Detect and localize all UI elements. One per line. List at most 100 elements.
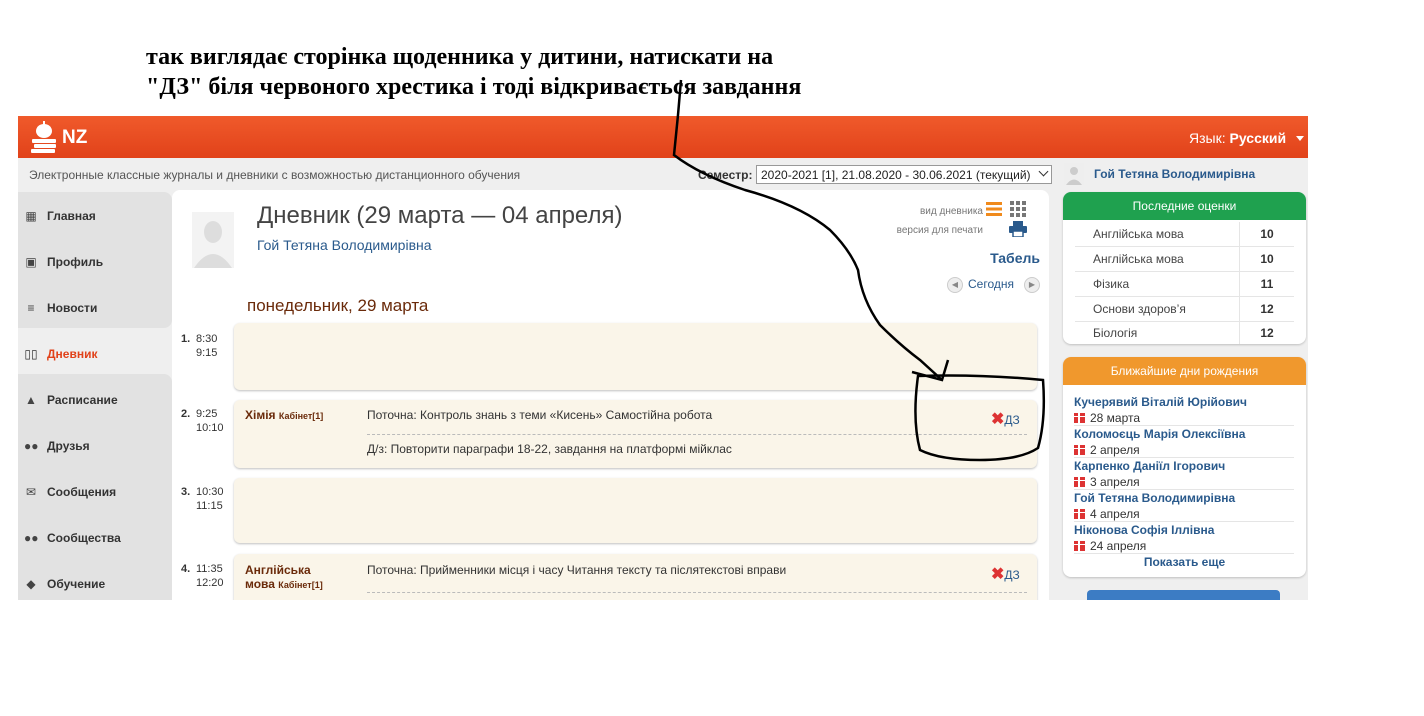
grade-value: 10	[1239, 247, 1294, 271]
grade-subject: Англійська мова	[1093, 252, 1184, 266]
lesson-start: 8:30	[196, 333, 218, 345]
logo-text[interactable]: NZ	[62, 127, 87, 149]
dz-label: ДЗ	[1004, 568, 1020, 582]
annotation-caption: так виглядає сторінка щоденника у дитини…	[146, 42, 801, 102]
sidebar-item-learning[interactable]: ◆ Обучение	[18, 560, 172, 600]
chevron-down-icon	[1038, 166, 1049, 177]
divider	[1074, 457, 1294, 458]
birthday-date: 28 марта	[1074, 411, 1140, 425]
show-more-link[interactable]: Показать еще	[1063, 555, 1306, 569]
birthday-date: 24 апреля	[1074, 539, 1146, 553]
sidebar-item-label: Дневник	[47, 347, 98, 361]
sidebar-item-friends[interactable]: ●● Друзья	[18, 422, 172, 468]
blue-action-button[interactable]	[1087, 590, 1280, 600]
prev-week-icon[interactable]: ◀	[947, 277, 963, 293]
lesson-end: 12:20	[196, 577, 224, 589]
birthday-date-text: 28 марта	[1090, 411, 1141, 425]
sidebar-item-communities[interactable]: ●● Сообщества	[18, 514, 172, 560]
grade-subject: Фізика	[1093, 277, 1130, 291]
sidebar-item-messages[interactable]: ✉ Сообщения	[18, 468, 172, 514]
bell-icon: ▲	[25, 393, 37, 407]
gift-icon	[1074, 509, 1085, 519]
lesson-time: 10:30 11:15	[196, 485, 224, 513]
sidebar-item-diary[interactable]: ▯▯ Дневник	[18, 330, 172, 376]
lesson-subject: Хімія Кабінет[1]	[245, 408, 323, 423]
grade-row[interactable]: Англійська мова 10	[1075, 222, 1294, 247]
community-icon: ●●	[24, 531, 39, 545]
nz-app-window: NZ Язык: Русский Электронные классные жу…	[18, 116, 1308, 600]
lesson-start: 10:30	[196, 486, 224, 498]
recent-grades-panel: Последние оценки Англійська мова 10 Англ…	[1063, 192, 1306, 344]
sidebar-item-label: Сообщения	[47, 485, 117, 499]
lesson-topic: Поточна: Прийменники місця і часу Читанн…	[367, 563, 787, 577]
student-name-link[interactable]: Гой Тетяна Володимирівна	[257, 237, 432, 253]
diary-main-panel: Дневник (29 марта — 04 апреля) Гой Тетян…	[172, 190, 1049, 600]
sub-bar: Электронные классные журналы и дневники …	[18, 158, 1308, 190]
panel-title: Ближайшие дни рождения	[1063, 357, 1306, 385]
lesson-end: 11:15	[196, 500, 223, 512]
lesson-end: 10:10	[196, 422, 224, 434]
homework-dz-link[interactable]: ✖ДЗ	[991, 564, 1020, 584]
grade-subject: Основи здоров’я	[1093, 302, 1186, 316]
cabinet-label: Кабінет[1]	[278, 580, 323, 590]
divider	[367, 434, 1027, 435]
homework-dz-link[interactable]: ✖ДЗ	[991, 409, 1020, 429]
birthday-person-name[interactable]: Кучерявий Віталій Юрійович	[1074, 395, 1247, 409]
sidebar-item-label: Главная	[47, 209, 96, 223]
semester-select[interactable]: 2020-2021 [1], 21.08.2020 - 30.06.2021 (…	[756, 165, 1052, 184]
list-view-icon[interactable]	[986, 201, 1002, 217]
grade-row[interactable]: Біологія 12	[1075, 321, 1294, 344]
gift-icon	[1074, 445, 1085, 455]
grade-row[interactable]: Англійська мова 10	[1075, 247, 1294, 272]
lesson-time: 8:30 9:15	[196, 332, 217, 360]
apple-books-logo-icon[interactable]	[28, 120, 60, 154]
grid-view-icon[interactable]	[1010, 201, 1026, 217]
birthday-date: 4 апреля	[1074, 507, 1140, 521]
right-column: Последние оценки Англійська мова 10 Англ…	[1063, 190, 1306, 600]
birthday-person-name[interactable]: Ніконова Софія Іллівна	[1074, 523, 1214, 537]
next-week-icon[interactable]: ▶	[1024, 277, 1040, 293]
diary-title: Дневник (29 марта — 04 апреля)	[257, 202, 623, 229]
sidebar-item-label: Сообщества	[47, 531, 121, 545]
book-icon: ▯▯	[24, 347, 38, 361]
subject-name-line-1: Англійська	[245, 563, 311, 577]
site-tagline: Электронные классные журналы и дневники …	[29, 168, 521, 182]
tabel-link[interactable]: Табель	[990, 250, 1040, 266]
divider	[1074, 553, 1294, 554]
language-selector[interactable]: Язык: Русский	[1189, 130, 1304, 146]
sidebar-item-home[interactable]: ▦ Главная	[18, 192, 172, 238]
lesson-card-1	[234, 323, 1037, 390]
print-version-label[interactable]: версия для печати	[897, 225, 983, 236]
grade-subject: Біологія	[1093, 326, 1138, 340]
lesson-topic: Поточна: Контроль знань з теми «Кисень» …	[367, 408, 713, 422]
divider	[367, 592, 1027, 593]
grade-row[interactable]: Фізика 11	[1075, 272, 1294, 297]
day-heading: понедельник, 29 марта	[247, 296, 429, 315]
birthday-date-text: 3 апреля	[1090, 475, 1140, 489]
grade-value: 12	[1239, 297, 1294, 321]
red-cross-icon: ✖	[991, 411, 1005, 428]
student-photo	[192, 212, 234, 268]
sidebar: ▦ Главная ▣ Профиль ≡ Новости ▯▯ Дневник…	[18, 190, 172, 600]
chevron-down-icon	[1296, 136, 1304, 141]
printer-icon[interactable]	[1009, 221, 1027, 237]
today-link[interactable]: Сегодня	[968, 277, 1014, 291]
caption-line-2: "ДЗ" біля червоного хрестика і тоді відк…	[146, 74, 802, 100]
sidebar-item-profile[interactable]: ▣ Профиль	[18, 238, 172, 284]
birthday-person-name[interactable]: Коломоєць Марія Олексіївна	[1074, 427, 1245, 441]
sidebar-item-label: Расписание	[47, 393, 118, 407]
sidebar-item-schedule[interactable]: ▲ Расписание	[18, 376, 172, 422]
profile-icon: ▣	[25, 255, 37, 269]
birthday-person-name[interactable]: Гой Тетяна Володимирівна	[1074, 491, 1235, 505]
semester-label: Семестр:	[698, 168, 753, 182]
current-user-name: Гой Тетяна Володимирівна	[1094, 167, 1256, 181]
birthday-date-text: 4 апреля	[1090, 507, 1140, 521]
lesson-number: 3.	[181, 486, 191, 498]
birthday-date-text: 24 апреля	[1090, 539, 1147, 553]
lesson-number: 4.	[181, 563, 191, 575]
birthday-person-name[interactable]: Карпенко Даніїл Ігорович	[1074, 459, 1225, 473]
grade-row[interactable]: Основи здоров’я 12	[1075, 297, 1294, 322]
mail-icon: ✉	[25, 485, 37, 499]
sidebar-item-news[interactable]: ≡ Новости	[18, 284, 172, 330]
language-label: Язык:	[1189, 130, 1226, 146]
